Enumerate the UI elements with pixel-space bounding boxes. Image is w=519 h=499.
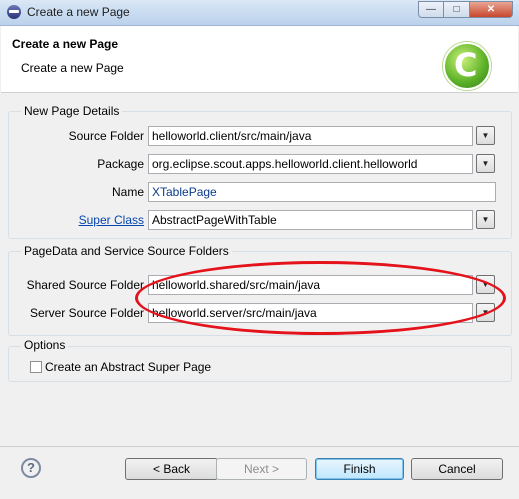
footer-divider xyxy=(0,446,519,447)
next-button[interactable]: Next > xyxy=(216,458,307,480)
source-folder-dropdown[interactable]: ▼ xyxy=(476,126,495,145)
back-button[interactable]: < Back xyxy=(125,458,218,480)
help-icon[interactable]: ? xyxy=(21,458,41,478)
close-button[interactable]: ✕ xyxy=(470,1,513,18)
page-subtitle: Create a new Page xyxy=(21,61,124,75)
shared-source-folder-dropdown[interactable]: ▼ xyxy=(476,275,495,294)
finish-button[interactable]: Finish xyxy=(315,458,404,480)
super-class-link-text[interactable]: Super Class xyxy=(79,213,144,227)
new-page-details-legend: New Page Details xyxy=(21,104,123,118)
chevron-down-icon: ▼ xyxy=(481,159,490,168)
pagedata-legend: PageData and Service Source Folders xyxy=(21,244,232,258)
name-label: Name xyxy=(111,185,144,199)
server-source-folder-field[interactable]: helloworld.server/src/main/java xyxy=(148,303,473,323)
wizard-window: Create a new Page — □ ✕ Create a new Pag… xyxy=(0,0,519,499)
eclipse-app-icon xyxy=(7,5,21,19)
chevron-down-icon: ▼ xyxy=(481,280,490,289)
cancel-button[interactable]: Cancel xyxy=(411,458,503,480)
super-class-link[interactable]: Super Class xyxy=(20,213,144,227)
wizard-header: Create a new Page Create a new Page C xyxy=(1,26,518,93)
logo-letter: C xyxy=(454,46,478,84)
super-class-dropdown[interactable]: ▼ xyxy=(476,210,495,229)
window-controls: — □ ✕ xyxy=(418,1,513,19)
package-label: Package xyxy=(97,157,144,171)
window-title: Create a new Page xyxy=(27,5,130,19)
server-source-folder-dropdown[interactable]: ▼ xyxy=(476,303,495,322)
title-bar: Create a new Page — □ ✕ xyxy=(0,0,519,26)
shared-source-folder-label: Shared Source Folder xyxy=(26,278,144,292)
options-legend: Options xyxy=(21,338,69,352)
package-dropdown[interactable]: ▼ xyxy=(476,154,495,173)
server-source-folder-label: Server Source Folder xyxy=(29,306,144,320)
name-field[interactable]: XTablePage xyxy=(148,182,496,202)
chevron-down-icon: ▼ xyxy=(481,215,490,224)
super-class-field[interactable]: AbstractPageWithTable xyxy=(148,210,473,230)
package-field[interactable]: org.eclipse.scout.apps.helloworld.client… xyxy=(148,154,473,174)
scout-logo-icon: C xyxy=(443,42,491,90)
source-folder-label: Source Folder xyxy=(68,129,144,143)
shared-source-folder-field[interactable]: helloworld.shared/src/main/java xyxy=(148,275,473,295)
minimize-button[interactable]: — xyxy=(418,1,444,18)
abstract-super-page-checkbox[interactable] xyxy=(30,361,42,373)
maximize-button[interactable]: □ xyxy=(444,1,470,18)
abstract-super-page-label[interactable]: Create an Abstract Super Page xyxy=(45,360,211,374)
source-folder-field[interactable]: helloworld.client/src/main/java xyxy=(148,126,473,146)
page-title: Create a new Page xyxy=(12,37,119,51)
chevron-down-icon: ▼ xyxy=(481,308,490,317)
chevron-down-icon: ▼ xyxy=(481,131,490,140)
